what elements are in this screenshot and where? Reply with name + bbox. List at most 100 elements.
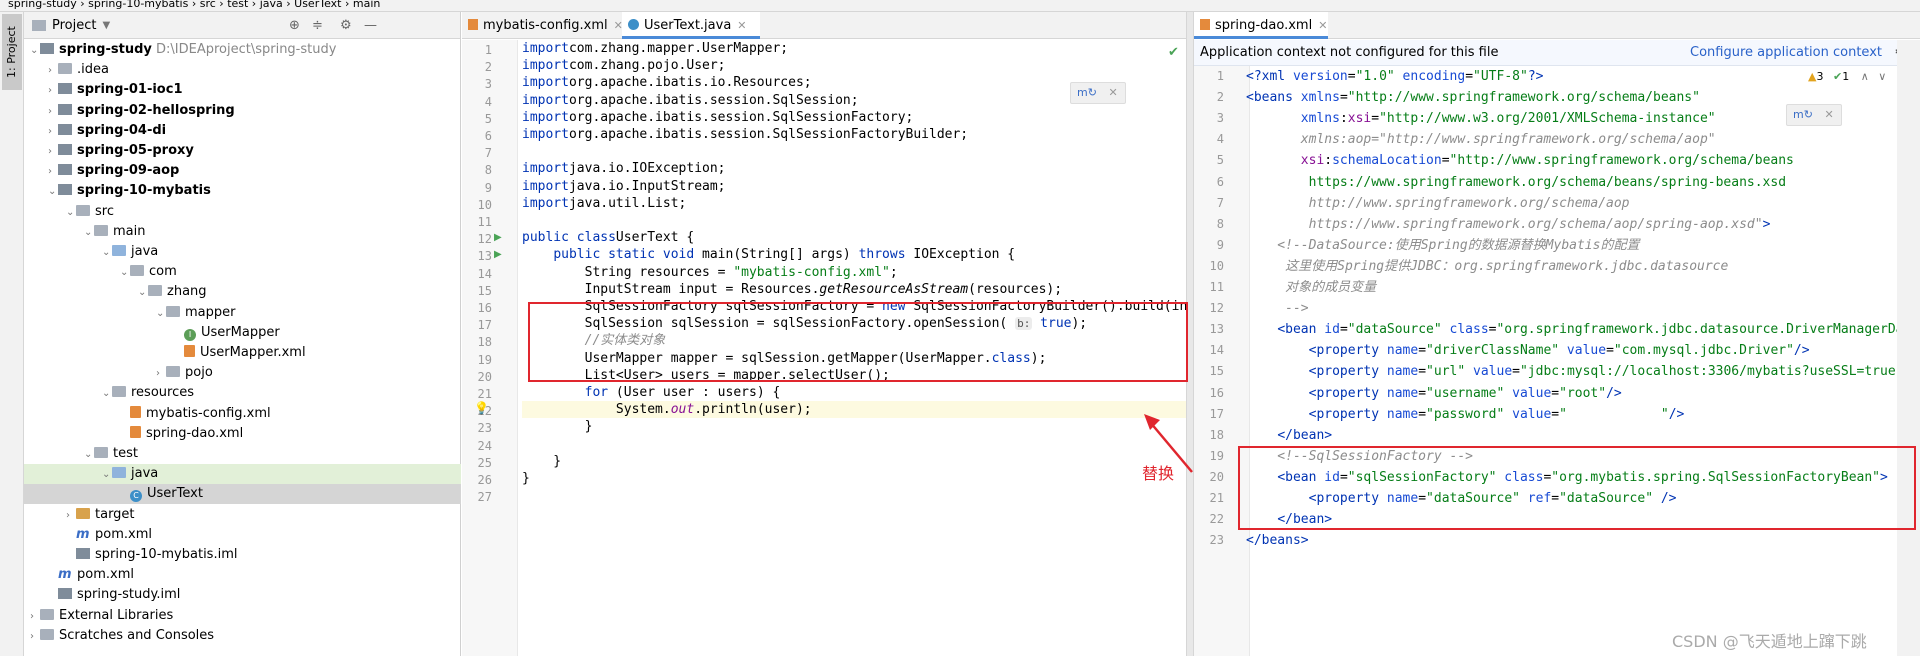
tree-item[interactable]: ⌄ resources <box>24 383 461 403</box>
annotation-label: 替换 <box>1142 464 1175 483</box>
tree-item-label: spring-10-mybatis.iml <box>95 547 238 562</box>
inspection-widget[interactable]: ▲3 ✔1 ∧ ∨ <box>1808 70 1886 83</box>
tree-item[interactable]: ⌄ spring-10-mybatis <box>24 181 461 201</box>
tree-item[interactable]: ⌄ com <box>24 262 461 282</box>
tree-item-label: target <box>95 506 135 522</box>
module-icon <box>58 144 72 155</box>
tree-item[interactable]: › spring-02-hellospring <box>24 101 461 121</box>
chevron-down-icon[interactable]: ⌄ <box>102 243 112 263</box>
code-line: importjava.util.List; <box>522 195 687 211</box>
run-gutter-icon[interactable]: ▶ <box>494 249 502 260</box>
tree-item[interactable]: › target <box>24 505 461 525</box>
chevron-down-icon[interactable]: ⌄ <box>120 263 130 283</box>
chevron-right-icon[interactable]: › <box>48 61 58 81</box>
tree-item[interactable]: spring-study.iml <box>24 585 461 605</box>
chevron-down-icon[interactable]: ⌄ <box>84 445 94 465</box>
tree-item[interactable]: › spring-01-ioc1 <box>24 80 461 100</box>
chevron-down-icon[interactable]: ▼ <box>102 20 110 31</box>
minimize-icon[interactable]: — <box>364 18 377 33</box>
chevron-right-icon[interactable]: › <box>48 122 58 142</box>
maven-reload-icon[interactable]: m↻ ✕ <box>1786 104 1842 126</box>
tree-item-label: resources <box>131 385 195 401</box>
chevron-right-icon[interactable]: › <box>30 627 40 647</box>
tab-usertext-java[interactable]: UserText.java ✕ <box>622 12 760 39</box>
tree-item[interactable]: › spring-09-aop <box>24 161 461 181</box>
chevron-right-icon[interactable]: › <box>30 607 40 627</box>
tree-item[interactable]: mybatis-config.xml <box>24 404 461 424</box>
tree-item[interactable]: ⌄ zhang <box>24 282 461 302</box>
locate-icon[interactable]: ⊕ <box>289 18 300 33</box>
tree-item-label: spring-study.iml <box>77 587 181 603</box>
breadcrumb[interactable]: spring-study › spring-10-mybatis › src ›… <box>8 0 380 10</box>
tree-item[interactable]: spring-10-mybatis.iml <box>24 545 461 565</box>
chevron-right-icon[interactable]: › <box>66 506 76 526</box>
code-area[interactable]: <?xml version="1.0" encoding="UTF-8"?> <b… <box>1246 66 1920 656</box>
tree-item[interactable]: m pom.xml <box>24 565 461 585</box>
tree-item[interactable]: › pojo <box>24 363 461 383</box>
chevron-up-icon[interactable]: ∧ <box>1861 70 1869 83</box>
chevron-down-icon[interactable]: ⌄ <box>102 465 112 485</box>
tab-label: mybatis-config.xml <box>483 18 608 33</box>
configure-context-link[interactable]: Configure application context <box>1690 40 1882 66</box>
run-gutter-icon[interactable]: ▶ <box>494 232 502 243</box>
chevron-down-icon[interactable]: ⌄ <box>156 304 166 324</box>
folder-icon <box>40 608 54 620</box>
line-number: 14 <box>1209 343 1224 358</box>
tree-item[interactable]: ⌄ test <box>24 444 461 464</box>
tree-item-label: Scratches and Consoles <box>59 627 215 643</box>
tree-item[interactable]: ⌄ java <box>24 464 461 485</box>
lightbulb-icon[interactable]: 💡 <box>474 401 489 415</box>
tree-item[interactable]: ⌄ spring-study D:\IDEAproject\spring-stud… <box>24 40 461 60</box>
tree-item[interactable]: ⌄ java <box>24 242 461 262</box>
chevron-down-icon[interactable]: ⌄ <box>102 384 112 404</box>
tree-item[interactable]: › spring-05-proxy <box>24 141 461 161</box>
navigation-breadcrumb-bar: spring-study › spring-10-mybatis › src ›… <box>0 0 1920 12</box>
code-line: 这里使用Spring提供JDBC：org.springframework.jdb… <box>1246 258 1729 274</box>
tab-label: spring-dao.xml <box>1215 18 1313 33</box>
tree-item[interactable]: ⌄ mapper <box>24 303 461 323</box>
chevron-down-icon[interactable]: ∨ <box>1878 70 1886 83</box>
code-line: xsi:schemaLocation="http://www.springfra… <box>1300 153 1794 169</box>
line-number: 5 <box>1216 153 1224 168</box>
maven-reload-icon[interactable]: m↻ ✕ <box>1070 82 1126 104</box>
tree-item[interactable]: spring-dao.xml <box>24 424 461 444</box>
chevron-down-icon[interactable]: ⌄ <box>84 223 94 243</box>
tab-spring-dao-xml[interactable]: spring-dao.xml ✕ <box>1194 12 1328 39</box>
code-line: } <box>522 453 562 469</box>
close-icon[interactable]: ✕ <box>737 19 746 32</box>
tree-item[interactable]: ⌄ main <box>24 222 461 242</box>
tree-item[interactable]: UserMapper.xml <box>24 343 461 363</box>
chevron-down-icon[interactable]: ⌄ <box>48 182 58 202</box>
tree-item[interactable]: C UserText <box>24 484 461 505</box>
line-number: 16 <box>1209 385 1224 400</box>
tree-item[interactable]: › Scratches and Consoles <box>24 626 461 646</box>
code-line: <property name="username" value="root"/> <box>1308 385 1622 401</box>
tree-item-label: java <box>131 244 159 259</box>
code-line: importcom.zhang.pojo.User; <box>522 58 726 74</box>
tree-item[interactable]: › spring-04-di <box>24 121 461 141</box>
tree-item[interactable]: I UserMapper <box>24 323 461 343</box>
tree-item[interactable]: › .idea <box>24 60 461 80</box>
tree-item[interactable]: ⌄ src <box>24 202 461 222</box>
chevron-right-icon[interactable]: › <box>156 364 166 384</box>
tree-item[interactable]: › External Libraries <box>24 606 461 626</box>
chevron-down-icon[interactable]: ⌄ <box>30 41 40 61</box>
project-tool-tab[interactable]: 1: Project <box>2 14 22 90</box>
chevron-right-icon[interactable]: › <box>48 142 58 162</box>
context-warning-banner: Application context not configured for t… <box>1194 40 1920 66</box>
chevron-right-icon[interactable]: › <box>48 102 58 122</box>
chevron-right-icon[interactable]: › <box>48 81 58 101</box>
no-problems-check-icon[interactable]: ✔ <box>1168 45 1179 60</box>
gear-icon[interactable]: ⚙ <box>340 18 352 33</box>
folder-icon <box>112 245 126 256</box>
collapse-all-icon[interactable]: ≑ <box>312 18 323 33</box>
chevron-down-icon[interactable]: ⌄ <box>66 203 76 223</box>
tab-mybatis-config[interactable]: mybatis-config.xml ✕ <box>462 12 623 39</box>
close-icon[interactable]: ✕ <box>1318 19 1327 32</box>
tree-item-label: spring-dao.xml <box>146 425 244 441</box>
chevron-right-icon[interactable]: › <box>48 162 58 182</box>
project-view-title[interactable]: Project <box>52 18 96 33</box>
tree-item[interactable]: m pom.xml <box>24 525 461 545</box>
tree-item-label: src <box>95 203 114 219</box>
chevron-down-icon[interactable]: ⌄ <box>138 283 148 303</box>
